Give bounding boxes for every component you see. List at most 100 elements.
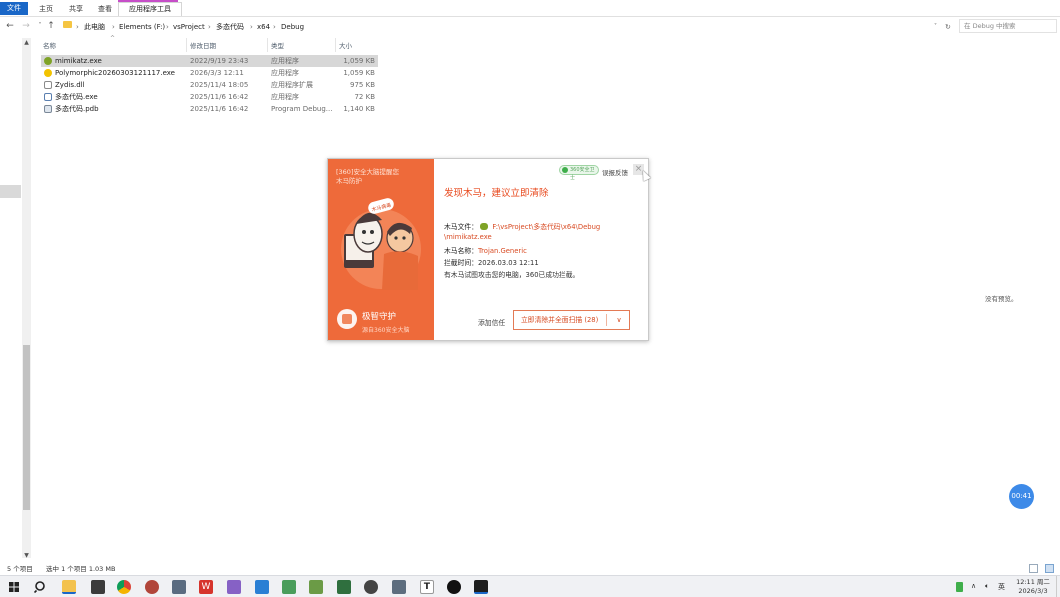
bug-icon[interactable] — [364, 580, 378, 594]
scroll-down-arrow-icon[interactable]: ▼ — [23, 552, 30, 560]
alert-banner: [360]安全大脑提醒您 木马防护 木马病毒 极智守护 源自360安全大脑 — [328, 159, 434, 340]
dll-file-icon — [44, 81, 52, 89]
app-green-icon[interactable] — [282, 580, 296, 594]
recording-timer-badge[interactable]: 00:41 — [1009, 484, 1034, 509]
typora-icon[interactable]: T — [420, 580, 434, 594]
refresh-icon[interactable]: ↻ — [945, 20, 951, 34]
remote-desktop-icon[interactable] — [172, 580, 186, 594]
qq-penguin-icon[interactable] — [447, 580, 461, 594]
address-bar[interactable]: › 此电脑 › Elements (F:) › vsProject › 多态代码… — [59, 19, 955, 33]
screen: 文件 主页 共享 查看 应用程序工具 ← → ˅ ↑ › 此电脑 › Eleme… — [0, 0, 1060, 597]
status-item-count: 5 个项目 — [7, 565, 33, 573]
column-header-size[interactable]: 大小 — [339, 40, 352, 52]
tab-view[interactable]: 查看 — [92, 3, 118, 15]
file-size: 975 KB — [350, 81, 375, 89]
column-header-type[interactable]: 类型 — [271, 40, 284, 52]
intercept-time-row: 拦截时间：2026.03.03 12:11 — [444, 257, 539, 267]
file-size: 1,059 KB — [343, 69, 375, 77]
tab-home[interactable]: 主页 — [33, 3, 59, 15]
trojan-file-row-cont: \mimikatz.exe — [444, 233, 492, 241]
wps-icon[interactable]: W — [199, 580, 213, 594]
false-positive-report-link[interactable]: 误报反馈 — [602, 167, 628, 177]
file-date: 2022/9/19 23:43 — [190, 57, 249, 65]
app-icon[interactable] — [91, 580, 105, 594]
forward-arrow-icon[interactable]: → — [20, 19, 32, 33]
clean-and-scan-label: 立即清除并全面扫描 (28) — [521, 316, 599, 324]
breadcrumb-this-pc[interactable]: 此电脑 — [84, 20, 105, 34]
file-type: 应用程序 — [271, 93, 299, 101]
taskbar-clock[interactable]: 12:11 周二 2026/3/3 — [1012, 578, 1054, 596]
file-type: 应用程序扩展 — [271, 81, 313, 89]
security-tray-icon[interactable] — [956, 582, 963, 592]
breadcrumb-x64[interactable]: x64 — [257, 20, 270, 34]
windows-start-icon[interactable] — [9, 582, 19, 592]
large-icons-view-icon[interactable] — [1045, 564, 1054, 573]
address-history-chevron-icon[interactable]: ˅ — [934, 20, 937, 34]
navigation-pane-selected-item[interactable] — [0, 185, 21, 198]
file-row-polymorphic-code-pdb[interactable]: 多态代码.pdb 2025/11/6 16:42 Program Debug..… — [41, 103, 378, 115]
chevron-down-icon[interactable]: ∨ — [610, 311, 628, 329]
tab-application-tools[interactable]: 应用程序工具 — [118, 2, 182, 16]
button-divider — [606, 314, 607, 326]
guard-title: 极智守护 — [362, 312, 397, 322]
alert-brand-line: 木马防护 — [336, 177, 362, 185]
scroll-up-arrow-icon[interactable]: ▲ — [23, 39, 30, 47]
terminal-green-icon[interactable] — [337, 580, 351, 594]
exe-window-icon — [44, 93, 52, 101]
avatar-app-icon[interactable] — [145, 580, 159, 594]
column-divider[interactable] — [186, 38, 187, 52]
tab-share[interactable]: 共享 — [63, 3, 89, 15]
app-tool-icon[interactable] — [309, 580, 323, 594]
trojan-alert-dialog: [360]安全大脑提醒您 木马防护 木马病毒 极智守护 源自360安全大脑 36… — [327, 158, 649, 341]
clean-and-scan-button[interactable]: 立即清除并全面扫描 (28) ∨ — [513, 310, 630, 330]
file-name: 多态代码.pdb — [55, 105, 99, 113]
trojan-name-label: 木马名称： — [444, 247, 478, 255]
guard-subtitle: 源自360安全大脑 — [362, 327, 410, 334]
file-row-polymorphic[interactable]: Polymorphic20260303121117.exe 2026/3/3 1… — [41, 67, 378, 79]
breadcrumb-separator: › — [166, 23, 169, 31]
breadcrumb-separator: › — [250, 23, 253, 31]
alert-headline: 发现木马，建议立即清除 — [444, 188, 549, 199]
trojan-file-path[interactable]: F:\vsProject\多态代码\x64\Debug — [492, 223, 600, 231]
file-type: 应用程序 — [271, 69, 299, 77]
photos-icon[interactable] — [255, 580, 269, 594]
pdb-file-icon — [44, 105, 52, 113]
tray-chevron-icon[interactable]: ∧ — [971, 582, 976, 590]
clock-date: 2026/3/3 — [1018, 587, 1048, 595]
folder-icon — [63, 21, 72, 28]
back-arrow-icon[interactable]: ← — [4, 19, 16, 33]
file-date: 2025/11/6 16:42 — [190, 105, 249, 113]
column-header-name[interactable]: 名称 — [43, 40, 56, 52]
breadcrumb-polymorphic-code[interactable]: 多态代码 — [216, 20, 244, 34]
app-window-icon[interactable] — [392, 580, 406, 594]
column-divider[interactable] — [267, 38, 268, 52]
chrome-icon[interactable] — [117, 580, 131, 594]
trojan-file-path-cont[interactable]: \mimikatz.exe — [444, 233, 492, 241]
console-icon[interactable] — [474, 580, 488, 594]
speaker-icon[interactable]: 🔈︎ — [985, 582, 989, 591]
up-arrow-icon[interactable]: ↑ — [45, 19, 57, 33]
breadcrumb-vsproject[interactable]: vsProject — [173, 20, 205, 34]
navigation-pane-scroll-thumb[interactable] — [23, 345, 30, 510]
details-view-icon[interactable] — [1029, 564, 1038, 573]
intercept-time-label: 拦截时间： — [444, 259, 478, 267]
file-name: 多态代码.exe — [55, 93, 98, 101]
breadcrumb-debug[interactable]: Debug — [281, 20, 304, 34]
file-row-mimikatz[interactable]: mimikatz.exe 2022/9/19 23:43 应用程序 1,059 … — [41, 55, 378, 67]
file-row-polymorphic-code-exe[interactable]: 多态代码.exe 2025/11/6 16:42 应用程序 72 KB — [41, 91, 378, 103]
tab-file[interactable]: 文件 — [0, 2, 28, 15]
breadcrumb-drive-f[interactable]: Elements (F:) — [119, 20, 165, 34]
file-explorer-icon[interactable] — [62, 580, 76, 594]
show-desktop-button[interactable] — [1056, 576, 1060, 597]
search-input[interactable]: 在 Debug 中搜索 — [959, 19, 1057, 33]
input-language[interactable]: 英 — [998, 582, 1005, 592]
search-icon[interactable] — [34, 580, 47, 593]
breadcrumb-separator: › — [208, 23, 211, 31]
visual-studio-icon[interactable] — [227, 580, 241, 594]
column-header-date[interactable]: 修改日期 — [190, 40, 216, 52]
file-name: Polymorphic20260303121117.exe — [55, 69, 175, 77]
add-trust-link[interactable]: 添加信任 — [478, 317, 505, 327]
file-row-zydis[interactable]: Zydis.dll 2025/11/4 18:05 应用程序扩展 975 KB — [41, 79, 378, 91]
file-size: 1,140 KB — [343, 105, 375, 113]
column-divider[interactable] — [335, 38, 336, 52]
